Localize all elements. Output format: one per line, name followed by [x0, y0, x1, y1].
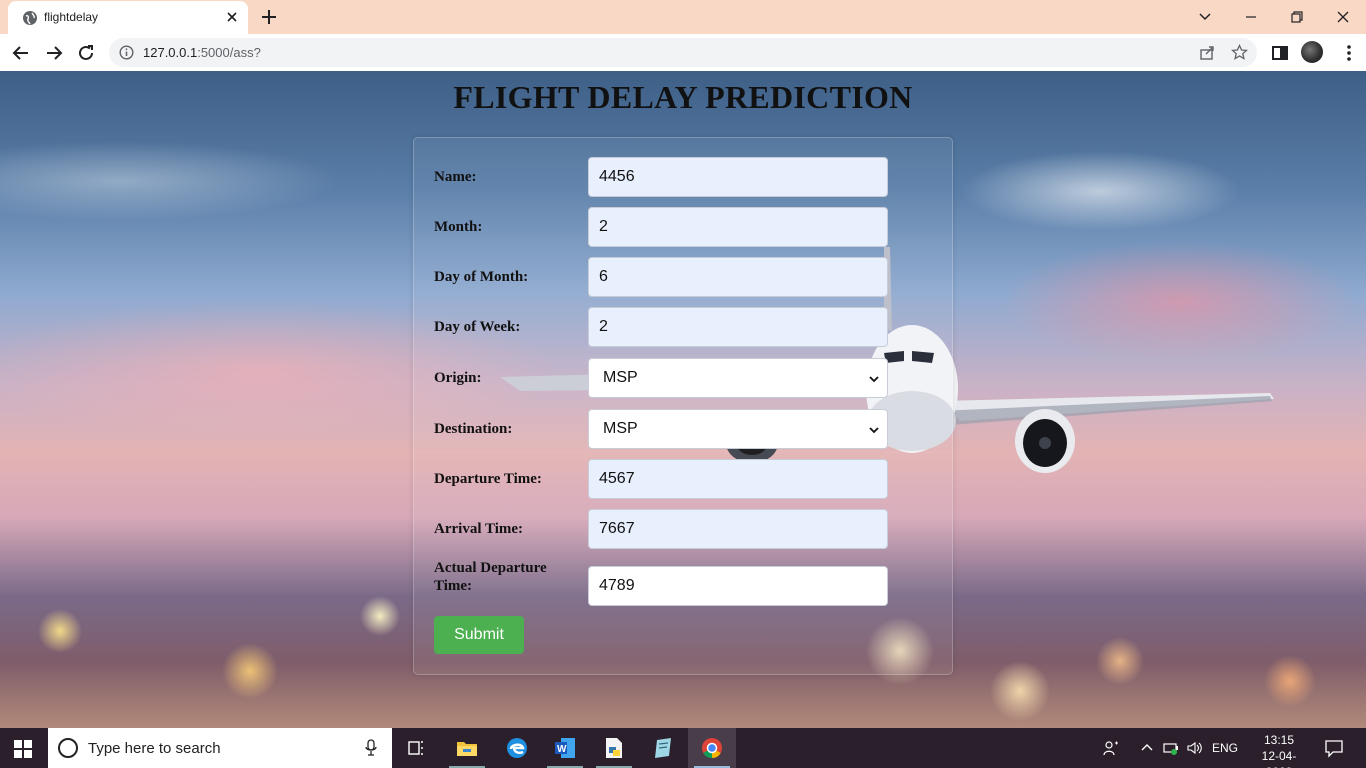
windows-start-icon[interactable] [14, 740, 32, 758]
python-file-icon [606, 738, 622, 758]
browser-tab-strip: flightdelay [0, 0, 1366, 34]
name-input[interactable]: 4456 [588, 157, 888, 197]
info-icon[interactable] [119, 45, 134, 60]
cortana-icon [58, 738, 78, 758]
day-of-week-label: Day of Week: [434, 319, 521, 335]
task-view-icon [408, 741, 423, 755]
close-tab-icon[interactable] [224, 9, 240, 25]
taskbar-search-box[interactable]: Type here to search [48, 728, 392, 768]
restore-icon[interactable] [1286, 6, 1308, 28]
day-of-month-input[interactable]: 6 [588, 257, 888, 297]
folder-icon [457, 742, 477, 756]
windows-taskbar: Type here to search W ENG 13:15 12-04- [0, 728, 1366, 768]
share-icon[interactable] [1199, 44, 1216, 61]
back-arrow-icon[interactable] [10, 42, 32, 64]
prediction-form: Name: 4456 Month: 2 Day of Month: 6 Day … [413, 137, 953, 675]
chevron-down-icon [869, 427, 879, 434]
origin-selected-value: MSP [603, 369, 638, 386]
destination-select[interactable]: MSP [588, 409, 888, 449]
reload-icon[interactable] [75, 42, 97, 64]
departure-time-label: Departure Time: [434, 471, 542, 487]
side-panel-icon[interactable] [1269, 42, 1291, 64]
arrival-time-label: Arrival Time: [434, 521, 524, 537]
close-window-icon[interactable] [1332, 6, 1354, 28]
browser-tab[interactable]: flightdelay [8, 1, 248, 34]
python-idle-button[interactable] [590, 728, 638, 768]
edge-icon [507, 738, 527, 758]
globe-icon [23, 11, 37, 25]
actual-departure-label: Actual Departure Time: [434, 559, 547, 595]
notification-icon[interactable] [1324, 738, 1344, 758]
tab-title: flightdelay [44, 10, 99, 24]
svg-text:W: W [557, 744, 567, 755]
clock-date: 12-04-2023 [1261, 749, 1297, 768]
actual-departure-label-line2: Time: [434, 578, 473, 594]
chevron-up-icon[interactable] [1138, 739, 1156, 757]
day-of-month-label: Day of Month: [434, 269, 529, 285]
chevron-down-icon [869, 376, 879, 383]
origin-select[interactable]: MSP [588, 358, 888, 398]
task-view-button[interactable] [392, 728, 440, 768]
bookmark-star-icon[interactable] [1231, 44, 1248, 61]
address-bar[interactable]: 127.0.0.1:5000/ass? [109, 38, 1257, 67]
microphone-icon[interactable] [364, 739, 378, 757]
clock-time: 13:15 [1263, 733, 1295, 747]
profile-avatar[interactable] [1301, 41, 1323, 63]
destination-selected-value: MSP [603, 420, 638, 437]
actual-departure-time-input[interactable]: 4789 [588, 566, 888, 606]
page-background: FLIGHT DELAY PREDICTION Name: 4456 Month… [0, 71, 1366, 728]
new-tab-icon[interactable] [260, 8, 278, 26]
minimize-icon[interactable] [1240, 6, 1262, 28]
month-label: Month: [434, 219, 483, 235]
word-icon: W [555, 738, 575, 758]
name-label: Name: [434, 169, 477, 185]
clock[interactable]: 13:15 12-04-2023 [1250, 732, 1308, 768]
tab-search-chevron-icon[interactable] [1194, 6, 1216, 28]
notes-app-button[interactable] [639, 728, 687, 768]
origin-label: Origin: [434, 370, 482, 386]
actual-departure-label-line1: Actual Departure [434, 560, 547, 576]
notes-icon [655, 738, 671, 758]
url-text: 127.0.0.1:5000/ass? [143, 45, 261, 60]
language-indicator[interactable]: ENG [1212, 741, 1238, 755]
edge-button[interactable] [493, 728, 541, 768]
file-explorer-button[interactable] [443, 728, 491, 768]
people-icon[interactable] [1102, 739, 1120, 757]
arrival-time-input[interactable]: 7667 [588, 509, 888, 549]
word-button[interactable]: W [541, 728, 589, 768]
departure-time-input[interactable]: 4567 [588, 459, 888, 499]
page-title: FLIGHT DELAY PREDICTION [453, 79, 913, 115]
submit-button[interactable]: Submit [434, 616, 524, 654]
search-placeholder: Type here to search [88, 740, 221, 757]
browser-toolbar: 127.0.0.1:5000/ass? [0, 34, 1366, 71]
more-menu-icon[interactable] [1338, 42, 1360, 64]
destination-label: Destination: [434, 421, 513, 437]
battery-icon[interactable] [1162, 739, 1180, 757]
forward-arrow-icon[interactable] [43, 42, 65, 64]
day-of-week-input[interactable]: 2 [588, 307, 888, 347]
month-input[interactable]: 2 [588, 207, 888, 247]
chrome-button[interactable] [688, 728, 736, 768]
chrome-icon [702, 738, 722, 759]
speaker-icon[interactable] [1186, 739, 1204, 757]
